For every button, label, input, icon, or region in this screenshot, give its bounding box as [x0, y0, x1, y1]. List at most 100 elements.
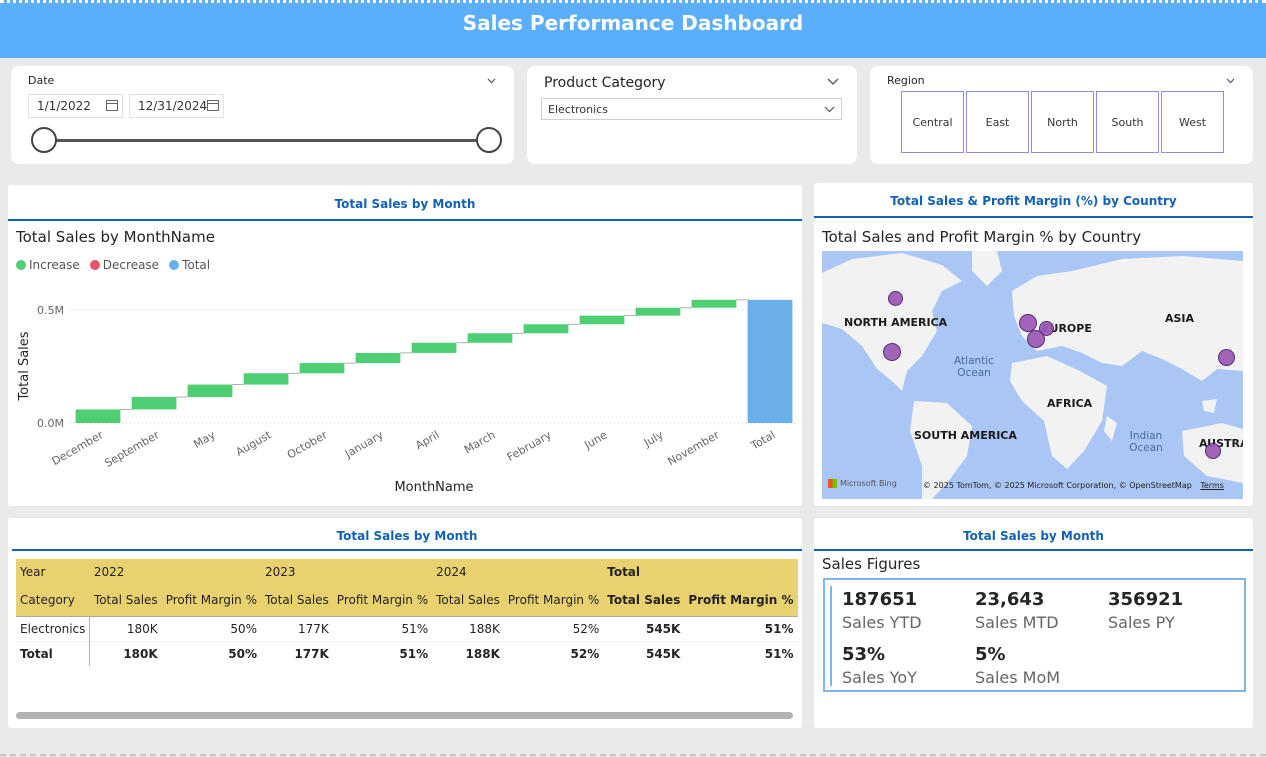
region-tile-north[interactable]: North [1031, 91, 1094, 153]
matrix-col-header[interactable]: Total Sales [90, 584, 162, 616]
map-bubble[interactable] [1027, 330, 1045, 348]
matrix-col-year[interactable]: 2023 [261, 559, 432, 584]
matrix-cell: 188K [465, 646, 500, 661]
end-date-value: 12/31/2024 [138, 99, 208, 113]
chevron-down-icon [824, 106, 835, 113]
x-tick-label: July [641, 428, 666, 450]
chevron-down-icon[interactable] [827, 76, 839, 86]
map-attribution: © 2025 TomTom, © 2025 Microsoft Corporat… [923, 481, 1224, 490]
legend-increase[interactable]: Increase [16, 258, 80, 272]
date-slider-start-handle[interactable] [31, 127, 57, 153]
kpi-label: Sales MTD [975, 613, 1059, 632]
date-slider-track[interactable] [44, 139, 489, 142]
map-bubble[interactable] [888, 291, 903, 306]
map-bubble[interactable] [1218, 349, 1235, 366]
matrix-cell: 51% [399, 646, 429, 661]
region-tile-central[interactable]: Central [901, 91, 964, 153]
matrix-year-row: Year 2022 2023 2024 Total [16, 559, 798, 584]
waterfall-bar [467, 333, 513, 343]
map-ocean-atlantic: Atlantic Ocean [954, 355, 994, 379]
matrix-col-header[interactable]: Total Sales [603, 584, 684, 616]
map-label-africa: AFRICA [1047, 397, 1093, 410]
waterfall-title: Total Sales by MonthName [16, 228, 215, 246]
matrix-col-header[interactable]: Profit Margin % [333, 584, 432, 616]
waterfall-bar [75, 409, 121, 423]
matrix-row-header: Year [20, 564, 46, 579]
matrix-col-header[interactable]: Profit Margin % [684, 584, 797, 616]
kpi-label: Sales PY [1108, 613, 1175, 632]
map-terms-link[interactable]: Terms [1200, 481, 1224, 490]
chevron-down-icon[interactable] [487, 76, 496, 85]
map-bubble[interactable] [1205, 443, 1221, 459]
calendar-icon[interactable] [207, 100, 219, 111]
region-tile-west[interactable]: West [1161, 91, 1224, 153]
date-slicer: Date 1/1/2022 12/31/2024 [11, 66, 514, 164]
waterfall-card: Total Sales by Month Total Sales by Mont… [8, 185, 802, 506]
waterfall-bar [355, 352, 401, 364]
y-axis-title: Total Sales [17, 331, 32, 401]
matrix-col-year[interactable]: 2024 [432, 559, 603, 584]
kpi-value: 53% [842, 644, 886, 665]
region-tile-south[interactable]: South [1096, 91, 1159, 153]
waterfall-bar [299, 363, 345, 374]
page-title: Sales Performance Dashboard [462, 11, 804, 35]
x-tick-label: November [665, 428, 721, 468]
legend-marker [16, 260, 26, 270]
bing-logo-text: Microsoft Bing [840, 479, 897, 488]
kpi-accent-bar [830, 586, 832, 686]
world-map[interactable]: NORTH AMERICA EUROPE ASIA AFRICA SOUTH A… [822, 251, 1243, 499]
map-bubble[interactable] [883, 343, 901, 361]
matrix-cell: 51% [401, 621, 429, 636]
matrix-col-header[interactable]: Profit Margin % [162, 584, 261, 616]
legend-total[interactable]: Total [169, 258, 210, 272]
kpi-value: 187651 [842, 589, 918, 610]
x-tick-label: September [102, 428, 162, 470]
table-row[interactable]: Electronics 180K 50% 177K 51% 188K 52% 5… [16, 616, 798, 641]
matrix-cell: 545K [645, 621, 681, 636]
category-dropdown[interactable]: Electronics [541, 98, 842, 120]
x-tick-label: March [462, 428, 498, 456]
waterfall-bar [187, 384, 233, 398]
matrix-col-total[interactable]: Total [603, 559, 797, 584]
x-tick-label: February [505, 428, 554, 464]
matrix-col-header[interactable]: Total Sales [261, 584, 333, 616]
horizontal-scrollbar[interactable] [16, 712, 793, 719]
matrix-col-year[interactable]: 2022 [90, 559, 261, 584]
waterfall-bar [747, 299, 793, 423]
table-row-total[interactable]: Total 180K 50% 177K 51% 188K 52% 545K 51… [16, 641, 798, 666]
kpi-label: Sales YoY [842, 668, 917, 687]
matrix-cell: 177K [298, 621, 329, 636]
x-tick-label: January [342, 428, 386, 461]
matrix-cell: 51% [764, 646, 794, 661]
legend-label: Increase [29, 258, 80, 272]
waterfall-bar [411, 342, 457, 353]
date-slider-end-handle[interactable] [476, 127, 502, 153]
kpi-value: 356921 [1108, 589, 1184, 610]
matrix-cell: 188K [469, 621, 500, 636]
end-date-input[interactable]: 12/31/2024 [129, 94, 224, 118]
matrix-col-header[interactable]: Total Sales [432, 584, 504, 616]
matrix-cell: 51% [764, 621, 794, 636]
map-header: Total Sales & Profit Margin (%) by Count… [814, 194, 1253, 218]
waterfall-bar [635, 307, 681, 316]
x-tick-label: August [234, 428, 274, 459]
waterfall-legend: Increase Decrease Total [16, 258, 210, 272]
calendar-icon[interactable] [106, 100, 118, 111]
chevron-down-icon[interactable] [1226, 76, 1235, 85]
bing-logo: Microsoft Bing [828, 479, 897, 488]
matrix-col-header[interactable]: Profit Margin % [504, 584, 603, 616]
matrix-cell: 52% [572, 621, 600, 636]
region-slicer: Region Central East North South West [870, 66, 1253, 164]
x-tick-label: December [50, 428, 106, 468]
matrix-cell: 180K [123, 646, 158, 661]
map-landmass [822, 251, 1243, 499]
waterfall-bar [523, 324, 569, 334]
matrix-card: Total Sales by Month Year 2022 2023 2024… [8, 518, 802, 728]
x-tick-label: June [581, 428, 609, 452]
map-label-asia: ASIA [1165, 312, 1195, 325]
matrix-cell: 545K [645, 646, 681, 661]
region-tile-east[interactable]: East [966, 91, 1029, 153]
legend-decrease[interactable]: Decrease [89, 258, 159, 272]
category-selected-value: Electronics [548, 103, 608, 116]
start-date-input[interactable]: 1/1/2022 [28, 94, 123, 118]
